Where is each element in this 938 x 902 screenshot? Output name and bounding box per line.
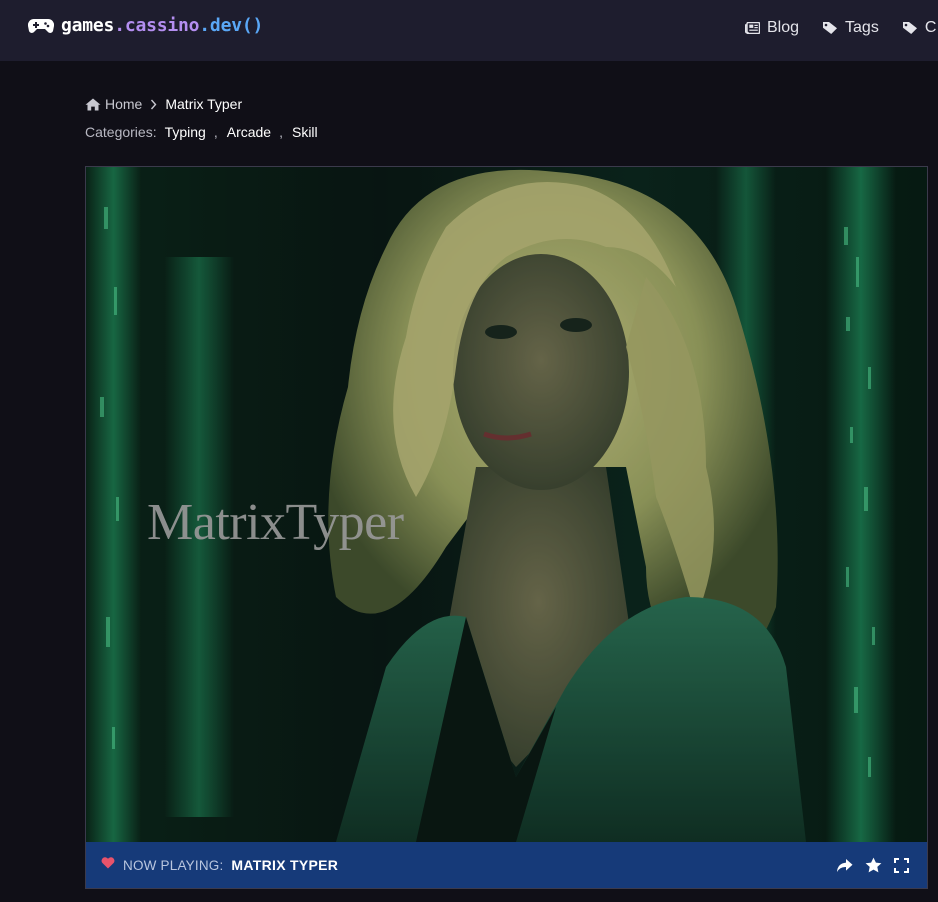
categories-label: Categories: (85, 124, 157, 140)
brand-name: games.cassino.dev() (61, 15, 263, 36)
breadcrumb-home-link[interactable]: Home (85, 96, 142, 112)
breadcrumb-home-label: Home (105, 96, 143, 112)
now-playing-bar: NOW PLAYING: MATRIX TYPER (86, 842, 927, 888)
nav-item-blog[interactable]: Blog (745, 19, 799, 37)
game-title-overlay: MatrixTyper (147, 494, 404, 551)
breadcrumb-current: Matrix Typer (165, 96, 243, 112)
chevron-right-icon (150, 99, 157, 110)
main-nav: Blog Tags C (745, 19, 938, 37)
game-actions (824, 857, 909, 873)
category-separator: , (213, 124, 218, 140)
tags-icon (902, 22, 917, 34)
fullscreen-icon[interactable] (894, 857, 909, 873)
game-frame: MatrixTyper NOW PLAYING: MATRIX TYPER (85, 166, 928, 889)
category-separator: , (279, 124, 283, 140)
categories-line: Categories: Typing , Arcade , Skill (85, 124, 318, 140)
brand-name-part-dev: .dev() (199, 15, 264, 36)
category-link-skill[interactable]: Skill (292, 124, 318, 140)
tag-icon (823, 22, 838, 34)
nav-item-blog-label: Blog (767, 19, 800, 36)
heart-icon[interactable] (101, 856, 115, 874)
share-icon[interactable] (836, 858, 853, 873)
category-link-typing[interactable]: Typing (165, 124, 206, 140)
brand-name-part-games: games (61, 15, 115, 36)
brand-logo-link[interactable]: games.cassino.dev() (28, 15, 263, 36)
now-playing-label: NOW PLAYING: (123, 857, 224, 873)
gamepad-icon (28, 18, 54, 33)
nav-item-categories[interactable]: C (902, 19, 937, 37)
nav-item-categories-label: C (924, 19, 937, 36)
nav-item-tags-label: Tags (845, 19, 879, 36)
category-link-arcade[interactable]: Arcade (227, 124, 271, 140)
brand-name-part-cassino: .cassino (114, 15, 200, 36)
star-icon[interactable] (865, 857, 882, 873)
breadcrumb: Home Matrix Typer (85, 96, 242, 112)
top-navbar: games.cassino.dev() Blog Tags C (0, 0, 938, 61)
now-playing-title: MATRIX TYPER (231, 857, 339, 873)
newspaper-icon (745, 22, 760, 34)
nav-item-tags[interactable]: Tags (822, 19, 879, 37)
home-icon (85, 98, 101, 110)
